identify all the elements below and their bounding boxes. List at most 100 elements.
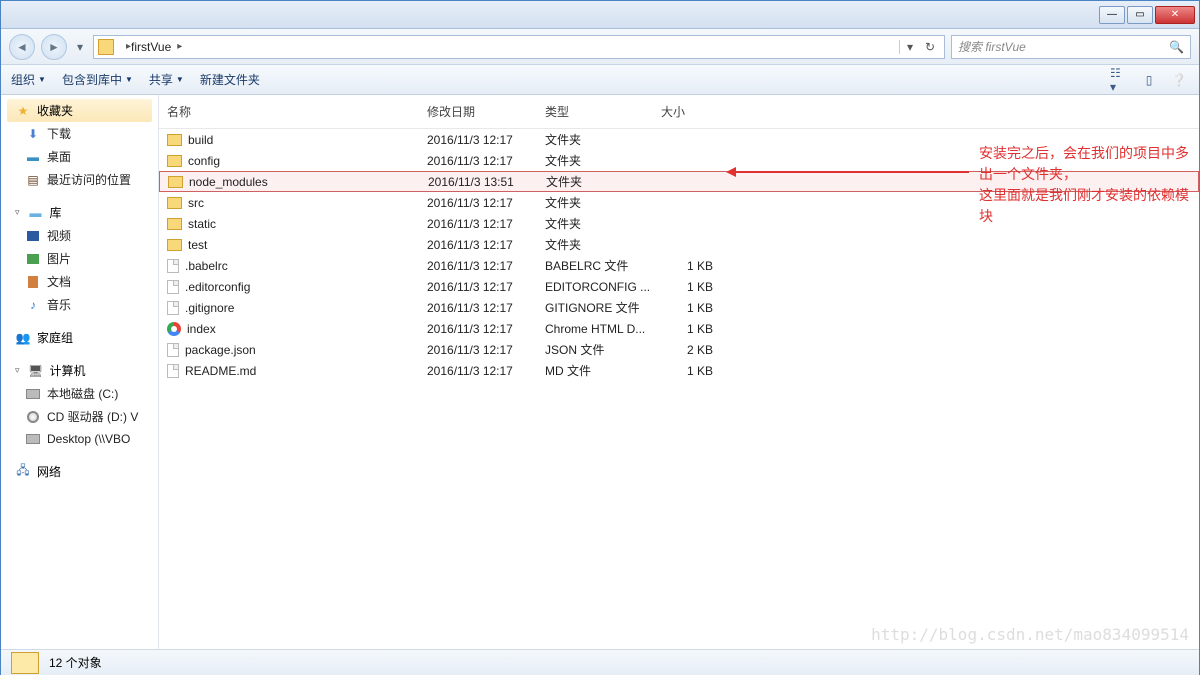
- sidebar-item-recent[interactable]: ▤最近访问的位置: [1, 168, 158, 191]
- file-row[interactable]: .gitignore2016/11/3 12:17GITIGNORE 文件1 K…: [159, 297, 1199, 318]
- file-icon: [167, 364, 179, 378]
- address-bar[interactable]: ▸ firstVue ▸ ▾ ↻: [93, 35, 945, 59]
- chrome-icon: [167, 322, 181, 336]
- column-headers: 名称 修改日期 类型 大小: [159, 95, 1199, 129]
- file-row[interactable]: test2016/11/3 12:17文件夹: [159, 234, 1199, 255]
- file-modified: 2016/11/3 12:17: [419, 154, 537, 168]
- address-dropdown-icon[interactable]: ▾: [900, 40, 920, 54]
- view-options-icon[interactable]: ☷ ▾: [1109, 72, 1129, 88]
- file-modified: 2016/11/3 12:17: [419, 343, 537, 357]
- file-modified: 2016/11/3 12:17: [419, 133, 537, 147]
- file-size: 1 KB: [653, 322, 743, 336]
- forward-button[interactable]: ►: [41, 34, 67, 60]
- file-modified: 2016/11/3 12:17: [419, 196, 537, 210]
- titlebar: — ▭ ✕: [1, 1, 1199, 29]
- file-type: EDITORCONFIG ...: [537, 280, 653, 294]
- status-bar: 12 个对象: [1, 649, 1199, 675]
- breadcrumb-item[interactable]: firstVue: [131, 40, 171, 54]
- sidebar-item-drive-d[interactable]: CD 驱动器 (D:) V: [1, 405, 158, 428]
- file-row[interactable]: .editorconfig2016/11/3 12:17EDITORCONFIG…: [159, 276, 1199, 297]
- file-type: 文件夹: [537, 131, 653, 148]
- file-name: index: [187, 322, 216, 336]
- column-name[interactable]: 名称: [159, 101, 419, 122]
- network-icon: 🖧: [15, 464, 31, 480]
- file-icon: [167, 301, 179, 315]
- file-type: Chrome HTML D...: [537, 322, 653, 336]
- sidebar-item-pictures[interactable]: 图片: [1, 247, 158, 270]
- file-modified: 2016/11/3 12:17: [419, 280, 537, 294]
- search-placeholder: 搜索 firstVue: [958, 38, 1026, 55]
- video-icon: [27, 231, 39, 241]
- history-dropdown[interactable]: ▾: [73, 34, 87, 60]
- file-modified: 2016/11/3 12:17: [419, 217, 537, 231]
- column-modified[interactable]: 修改日期: [419, 101, 537, 122]
- include-library-menu[interactable]: 包含到库中▼: [62, 71, 133, 88]
- file-modified: 2016/11/3 12:17: [419, 322, 537, 336]
- share-menu[interactable]: 共享▼: [149, 71, 184, 88]
- computer-icon: 🖥: [28, 363, 44, 379]
- folder-icon: [167, 197, 182, 209]
- sidebar-network-header[interactable]: 🖧网络: [7, 460, 152, 483]
- folder-icon: [167, 155, 182, 167]
- file-name: package.json: [185, 343, 256, 357]
- file-name: node_modules: [189, 175, 268, 189]
- file-modified: 2016/11/3 12:17: [419, 238, 537, 252]
- sidebar-item-downloads[interactable]: ⬇下载: [1, 122, 158, 145]
- file-modified: 2016/11/3 13:51: [420, 175, 538, 189]
- file-name: src: [188, 196, 204, 210]
- folder-icon: [167, 239, 182, 251]
- file-modified: 2016/11/3 12:17: [419, 301, 537, 315]
- help-icon[interactable]: ❔: [1169, 72, 1189, 88]
- sidebar-libraries-header[interactable]: ▿▬库: [7, 201, 152, 224]
- file-type: MD 文件: [537, 362, 653, 379]
- folder-icon: [167, 134, 182, 146]
- organize-menu[interactable]: 组织▼: [11, 71, 46, 88]
- file-name: .babelrc: [185, 259, 228, 273]
- file-row[interactable]: package.json2016/11/3 12:17JSON 文件2 KB: [159, 339, 1199, 360]
- sidebar-item-documents[interactable]: 文档: [1, 270, 158, 293]
- file-name: static: [188, 217, 216, 231]
- new-folder-button[interactable]: 新建文件夹: [200, 71, 260, 88]
- file-list-pane: 名称 修改日期 类型 大小 build2016/11/3 12:17文件夹con…: [159, 95, 1199, 649]
- column-type[interactable]: 类型: [537, 101, 653, 122]
- file-name: README.md: [185, 364, 256, 378]
- back-button[interactable]: ◄: [9, 34, 35, 60]
- sidebar-item-music[interactable]: ♪音乐: [1, 293, 158, 316]
- minimize-button[interactable]: —: [1099, 6, 1125, 24]
- file-size: 1 KB: [653, 280, 743, 294]
- navigation-bar: ◄ ► ▾ ▸ firstVue ▸ ▾ ↻ 搜索 firstVue 🔍: [1, 29, 1199, 65]
- document-icon: [28, 276, 38, 288]
- homegroup-icon: 👥: [15, 330, 31, 346]
- file-size: 1 KB: [653, 301, 743, 315]
- refresh-icon[interactable]: ↻: [920, 40, 940, 54]
- breadcrumb-sep-icon: ▸: [177, 41, 182, 52]
- file-type: 文件夹: [538, 173, 654, 190]
- preview-pane-icon[interactable]: ▯: [1139, 72, 1159, 88]
- search-icon[interactable]: 🔍: [1169, 40, 1184, 54]
- sidebar-homegroup-header[interactable]: 👥家庭组: [7, 326, 152, 349]
- library-icon: ▬: [28, 205, 44, 221]
- download-icon: ⬇: [25, 126, 41, 142]
- sidebar-item-desktop[interactable]: ▬桌面: [1, 145, 158, 168]
- file-size: 2 KB: [653, 343, 743, 357]
- file-type: GITIGNORE 文件: [537, 299, 653, 316]
- file-row[interactable]: index 2016/11/3 12:17Chrome HTML D...1 KB: [159, 318, 1199, 339]
- sidebar-favorites-header[interactable]: ★收藏夹: [7, 99, 152, 122]
- sidebar-item-videos[interactable]: 视频: [1, 224, 158, 247]
- file-row[interactable]: .babelrc2016/11/3 12:17BABELRC 文件1 KB: [159, 255, 1199, 276]
- star-icon: ★: [15, 103, 31, 119]
- sidebar-item-drive-c[interactable]: 本地磁盘 (C:): [1, 382, 158, 405]
- picture-icon: [27, 254, 39, 264]
- file-type: 文件夹: [537, 194, 653, 211]
- close-button[interactable]: ✕: [1155, 6, 1195, 24]
- search-input[interactable]: 搜索 firstVue 🔍: [951, 35, 1191, 59]
- file-icon: [167, 280, 179, 294]
- file-type: 文件夹: [537, 215, 653, 232]
- sidebar-computer-header[interactable]: ▿🖥计算机: [7, 359, 152, 382]
- maximize-button[interactable]: ▭: [1127, 6, 1153, 24]
- recent-icon: ▤: [25, 172, 41, 188]
- sidebar-item-drive-desktop[interactable]: Desktop (\\VBO: [1, 428, 158, 450]
- explorer-window: — ▭ ✕ ◄ ► ▾ ▸ firstVue ▸ ▾ ↻ 搜索 firstVue…: [0, 0, 1200, 675]
- column-size[interactable]: 大小: [653, 101, 743, 122]
- file-row[interactable]: README.md2016/11/3 12:17MD 文件1 KB: [159, 360, 1199, 381]
